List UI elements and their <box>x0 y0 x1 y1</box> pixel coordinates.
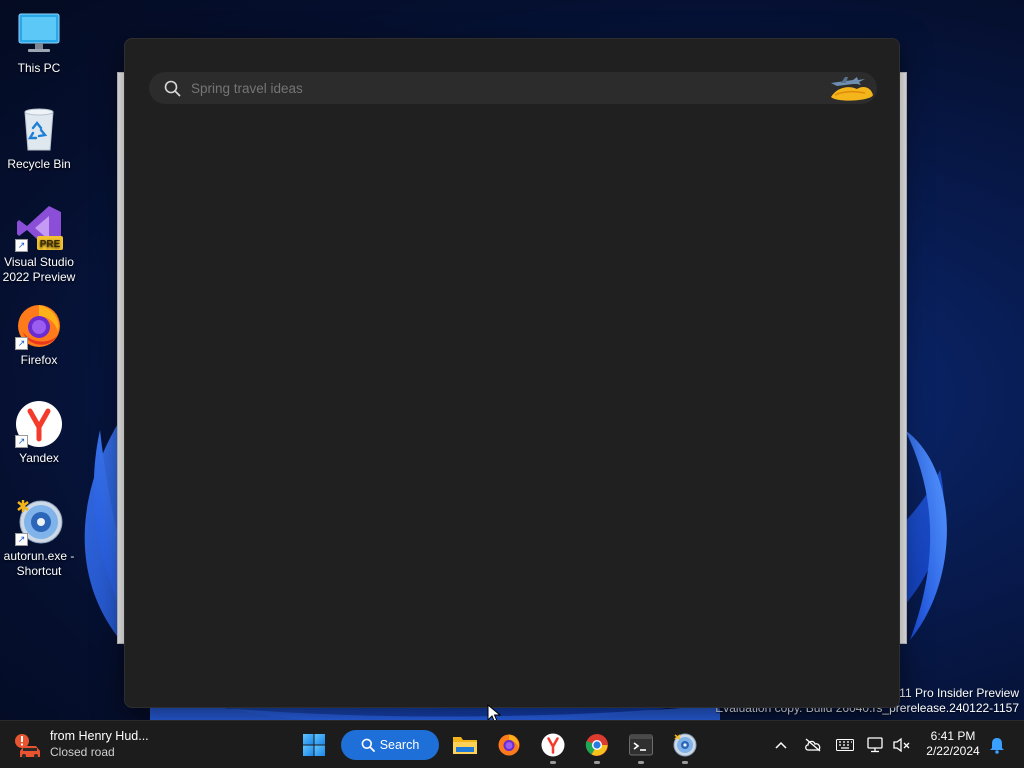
visual-studio-icon: PRE ↗ <box>15 204 63 252</box>
firefox-icon: ↗ <box>15 302 63 350</box>
windows-start-icon <box>303 734 325 756</box>
desktop-icon-yandex[interactable]: ↗ Yandex <box>2 400 76 466</box>
taskbar: from Henry Hud... Closed road Search 6:4… <box>0 720 1024 768</box>
shortcut-arrow-icon: ↗ <box>15 435 28 448</box>
desktop-icon-label: Visual Studio 2022 Preview <box>2 255 76 284</box>
disc-icon: ↗ <box>15 498 63 546</box>
widgets-button[interactable]: from Henry Hud... Closed road <box>14 727 194 763</box>
bell-icon <box>990 737 1004 754</box>
desktop-icon-label: autorun.exe - Shortcut <box>3 549 75 578</box>
search-icon <box>164 80 181 97</box>
shortcut-arrow-icon: ↗ <box>15 337 28 350</box>
running-indicator <box>594 761 600 764</box>
taskbar-app-yandex[interactable] <box>537 729 569 764</box>
desktop-icon-firefox[interactable]: ↗ Firefox <box>2 302 76 368</box>
start-button[interactable] <box>298 729 330 761</box>
widget-subtitle: Closed road <box>50 745 115 759</box>
desktop-icon-label: Firefox <box>20 353 58 367</box>
search-box[interactable] <box>149 72 877 104</box>
running-indicator <box>638 761 644 764</box>
show-hidden-icons-button[interactable] <box>771 735 791 755</box>
airplane-travel-icon[interactable] <box>827 73 875 103</box>
taskbar-app-firefox[interactable] <box>493 729 525 761</box>
svg-text:PRE: PRE <box>40 239 61 250</box>
taskbar-app-file-explorer[interactable] <box>449 729 481 761</box>
network-status[interactable] <box>866 735 886 755</box>
search-icon <box>361 738 375 752</box>
onedrive-status[interactable] <box>803 735 823 755</box>
desktop-icon-label: Recycle Bin <box>7 157 71 171</box>
taskbar-app-chrome[interactable] <box>581 729 613 764</box>
running-indicator <box>682 761 688 764</box>
search-flyout <box>124 38 900 708</box>
desktop-icon-label: Yandex <box>19 451 59 465</box>
desktop-icon-autorun[interactable]: ↗ autorun.exe - Shortcut <box>2 498 76 579</box>
file-explorer-icon <box>453 737 477 754</box>
chrome-icon <box>585 734 608 756</box>
taskbar-clock[interactable]: 6:41 PM 2/22/2024 <box>920 729 986 759</box>
desktop-icon-this-pc[interactable]: This PC <box>2 10 76 76</box>
volume-muted-icon <box>893 737 910 753</box>
shortcut-arrow-icon: ↗ <box>15 533 28 546</box>
taskbar-search-label: Search <box>379 738 420 752</box>
traffic-alert-icon <box>15 734 40 758</box>
terminal-icon <box>629 734 653 756</box>
widget-title: from Henry Hud... <box>50 729 149 743</box>
running-indicator <box>550 761 556 764</box>
desktop-icon-visual-studio[interactable]: PRE ↗ Visual Studio 2022 Preview <box>2 204 76 285</box>
firefox-icon <box>498 734 520 756</box>
recycle-bin-icon <box>15 106 63 154</box>
notification-center-button[interactable] <box>987 735 1007 755</box>
onedrive-offline-icon <box>805 738 821 752</box>
monitor-icon <box>15 10 63 58</box>
chevron-up-icon <box>775 741 787 749</box>
clock-time: 6:41 PM <box>930 729 976 743</box>
shortcut-arrow-icon: ↗ <box>15 239 28 252</box>
disc-app-icon <box>673 733 697 757</box>
taskbar-search-button[interactable]: Search <box>341 730 439 760</box>
search-input[interactable] <box>191 72 811 104</box>
clock-date: 2/22/2024 <box>926 744 980 758</box>
desktop-icon-recycle-bin[interactable]: Recycle Bin <box>2 106 76 172</box>
yandex-icon: ↗ <box>15 400 63 448</box>
taskbar-app-terminal[interactable] <box>625 729 657 764</box>
volume-status[interactable] <box>892 735 912 755</box>
desktop-icon-label: This PC <box>17 61 61 75</box>
keyboard-icon <box>836 739 854 751</box>
input-indicator[interactable] <box>835 735 855 755</box>
taskbar-app-disc[interactable] <box>669 729 701 764</box>
yandex-icon <box>541 733 565 757</box>
network-icon <box>867 737 883 753</box>
